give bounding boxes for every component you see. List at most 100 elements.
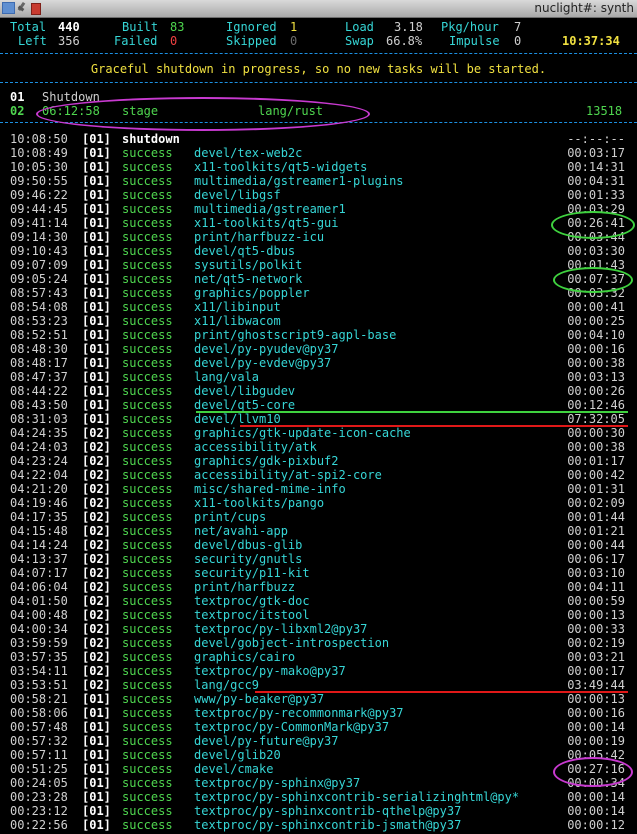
window-menu-icon[interactable]	[2, 2, 15, 14]
log-origin: textproc/py-libxml2@py37	[194, 622, 368, 636]
log-duration: 00:00:14	[567, 720, 625, 734]
log-row: 00:51:25 [01] success devel/cmake 00:27:16	[0, 762, 637, 776]
log-duration: 00:02:19	[567, 636, 625, 650]
log-origin: devel/glib20	[194, 748, 281, 762]
log-time: 04:21:20	[10, 482, 68, 496]
log-origin: devel/py-future@py37	[194, 734, 339, 748]
log-result: success	[122, 804, 173, 818]
log-result: success	[122, 594, 173, 608]
log-slot: [02]	[82, 594, 111, 608]
log-slot: [01]	[82, 244, 111, 258]
log-result: success	[122, 244, 173, 258]
pin-icon[interactable]	[16, 2, 29, 14]
stat-load-value: 3.18	[394, 20, 423, 34]
log-duration: 00:00:33	[567, 622, 625, 636]
log-origin: textproc/py-recommonmark@py37	[194, 706, 404, 720]
log-result: success	[122, 286, 173, 300]
log-slot: [02]	[82, 636, 111, 650]
separator	[0, 53, 637, 54]
log-duration: 00:26:41	[567, 216, 625, 230]
separator	[0, 82, 637, 83]
log-slot: [01]	[82, 398, 111, 412]
log-time: 03:57:35	[10, 650, 68, 664]
log-result: success	[122, 538, 173, 552]
log-duration: 00:00:26	[567, 384, 625, 398]
log-row: 04:01:50 [02] success textproc/gtk-doc 00:00…	[0, 594, 637, 608]
log-row: 00:57:48 [01] success textproc/py-CommonMar…	[0, 720, 637, 734]
log-duration: 00:00:17	[567, 664, 625, 678]
log-row: 00:22:56 [01] success textproc/py-sphinxcon…	[0, 818, 637, 832]
log-row: 10:05:30 [01] success x11-toolkits/qt5-widg…	[0, 160, 637, 174]
log-result: success	[122, 580, 173, 594]
log-duration: 00:04:11	[567, 580, 625, 594]
log-time: 03:53:51	[10, 678, 68, 692]
log-row: 04:00:48 [02] success textproc/itstool 00:00…	[0, 608, 637, 622]
log-time: 00:57:32	[10, 734, 68, 748]
log-time: 09:10:43	[10, 244, 68, 258]
log-duration: 00:00:19	[567, 734, 625, 748]
log-origin: graphics/cairo	[194, 650, 296, 664]
log-slot: [01]	[82, 328, 111, 342]
log-origin: x11-toolkits/qt5-widgets	[194, 160, 368, 174]
log-slot: [02]	[82, 678, 111, 692]
log-time: 08:44:22	[10, 384, 68, 398]
log-duration: 00:00:44	[567, 538, 625, 552]
log-time: 04:13:37	[10, 552, 68, 566]
log-slot: [01]	[82, 706, 111, 720]
log-time: 00:57:48	[10, 720, 68, 734]
log-result: success	[122, 146, 173, 160]
stat-pkghour-value: 7	[514, 20, 522, 34]
log-result: success	[122, 566, 173, 580]
stat-left: Left	[18, 34, 47, 48]
log-time: 00:24:05	[10, 776, 68, 790]
stat-swap-value: 66.8%	[386, 34, 423, 48]
shutdown-notice: Graceful shutdown in progress, so no new…	[90, 62, 547, 76]
log-slot: [01]	[82, 300, 111, 314]
log-duration: 00:00:38	[567, 356, 625, 370]
log-slot: [01]	[82, 762, 111, 776]
log-time: 08:43:50	[10, 398, 68, 412]
log-row: 04:07:17 [02] success security/p11-kit 00:03…	[0, 566, 637, 580]
log-result: success	[122, 328, 173, 342]
log-result: success	[122, 762, 173, 776]
log-origin: textproc/py-sphinxcontrib-jsmath@py37	[194, 818, 462, 832]
log-duration: 00:00:13	[567, 692, 625, 706]
log-result: success	[122, 790, 173, 804]
log-time: 08:48:17	[10, 356, 68, 370]
log-row: 09:50:55 [01] success multimedia/gstreamer1…	[0, 174, 637, 188]
separator	[0, 122, 637, 123]
log-slot: [01]	[82, 356, 111, 370]
log-duration: 00:05:42	[567, 748, 625, 762]
log-slot: [01]	[82, 818, 111, 832]
log-result: success	[122, 636, 173, 650]
log-duration: 00:06:17	[567, 552, 625, 566]
log-row: 08:47:37 [01] success lang/vala 00:03:13	[0, 370, 637, 384]
log-result: success	[122, 398, 173, 412]
log-row: 08:52:51 [01] success print/ghostscript9-ag…	[0, 328, 637, 342]
log-row: 08:44:22 [01] success devel/libgudev 00:00:2…	[0, 384, 637, 398]
log-origin: accessibility/at-spi2-core	[194, 468, 382, 482]
builder-id: 02	[10, 104, 25, 118]
log-time: 00:58:21	[10, 692, 68, 706]
log-result: success	[122, 468, 173, 482]
log-time: 09:50:55	[10, 174, 68, 188]
log-result: success	[122, 482, 173, 496]
log-time: 04:24:03	[10, 440, 68, 454]
builder-status: Shutdown	[42, 90, 100, 104]
log-row: 03:54:11 [02] success textproc/py-mako@py37…	[0, 664, 637, 678]
log-row: 09:46:22 [01] success devel/libgsf 00:01:33	[0, 188, 637, 202]
log-row: 00:57:11 [01] success devel/glib20 00:05:42	[0, 748, 637, 762]
log-result: success	[122, 734, 173, 748]
log-slot: [01]	[82, 216, 111, 230]
log-time: 04:17:35	[10, 510, 68, 524]
log-row: 00:58:06 [01] success textproc/py-recommonm…	[0, 706, 637, 720]
log-origin: accessibility/atk	[194, 440, 317, 454]
log-duration: 00:00:14	[567, 790, 625, 804]
log-row: 04:21:20 [02] success misc/shared-mime-info…	[0, 482, 637, 496]
log-slot: [01]	[82, 370, 111, 384]
log-row: 10:08:49 [01] success devel/tex-web2c 00:03:…	[0, 146, 637, 160]
log-origin: lang/gcc9	[194, 678, 260, 692]
log-time: 09:46:22	[10, 188, 68, 202]
log-slot: [01]	[82, 384, 111, 398]
log-result: success	[122, 678, 173, 692]
